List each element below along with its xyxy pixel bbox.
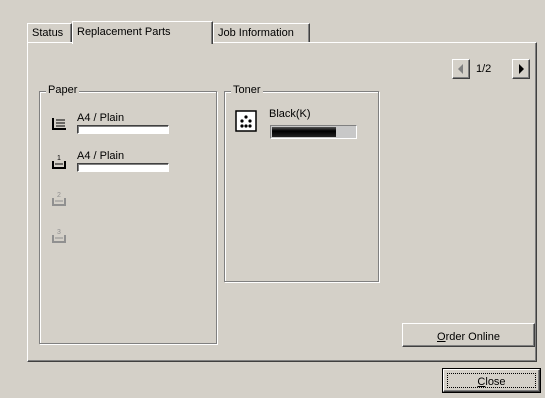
printer-status-dialog: Status Replacement Parts Job Information… (0, 0, 545, 398)
toner-group-title: Toner (231, 84, 263, 96)
paper-tray-3-icon: 3 (52, 229, 66, 243)
paper-tray-label: A4 / Plain (77, 112, 125, 124)
svg-text:1: 1 (57, 155, 61, 162)
paper-tray-2-icon: 2 (52, 192, 66, 206)
paper-group: Paper A4 / Plain 1 A4 / Plain 2 3 (39, 84, 217, 344)
paper-tray-1-level-bar (77, 163, 169, 172)
toner-group: Toner Black(K) (224, 84, 379, 282)
tab-job-information[interactable]: Job Information (213, 23, 310, 43)
toner-icon (235, 110, 257, 132)
arrow-right-icon (519, 64, 524, 74)
paper-tray-icon (52, 118, 66, 130)
tab-replacement-parts-label: Replacement Parts (77, 26, 171, 38)
tab-status-label: Status (32, 27, 64, 39)
order-online-mnemonic: O (437, 330, 446, 343)
paper-tray-1-icon: 1 (52, 155, 66, 169)
previous-page-button[interactable] (452, 59, 470, 79)
toner-label: Black(K) (269, 108, 311, 120)
focus-rectangle (447, 373, 536, 388)
toner-level-fill (272, 127, 336, 137)
tab-status[interactable]: Status (27, 23, 72, 43)
order-online-button[interactable]: Order Online (402, 323, 535, 347)
arrow-left-icon (458, 64, 463, 74)
paper-group-title: Paper (46, 84, 80, 96)
next-page-button[interactable] (512, 59, 530, 79)
tab-job-information-label: Job Information (218, 27, 294, 39)
toner-level-bar (270, 125, 357, 139)
close-button[interactable]: Close (442, 368, 541, 393)
paper-tray-1-label: A4 / Plain (77, 150, 125, 162)
page-indicator: 1/2 (476, 63, 492, 75)
svg-text:2: 2 (57, 192, 61, 199)
paper-level-bar (77, 125, 169, 134)
svg-text:3: 3 (57, 229, 61, 236)
order-online-label: rder Online (445, 330, 500, 343)
tab-replacement-parts[interactable]: Replacement Parts (72, 21, 213, 44)
